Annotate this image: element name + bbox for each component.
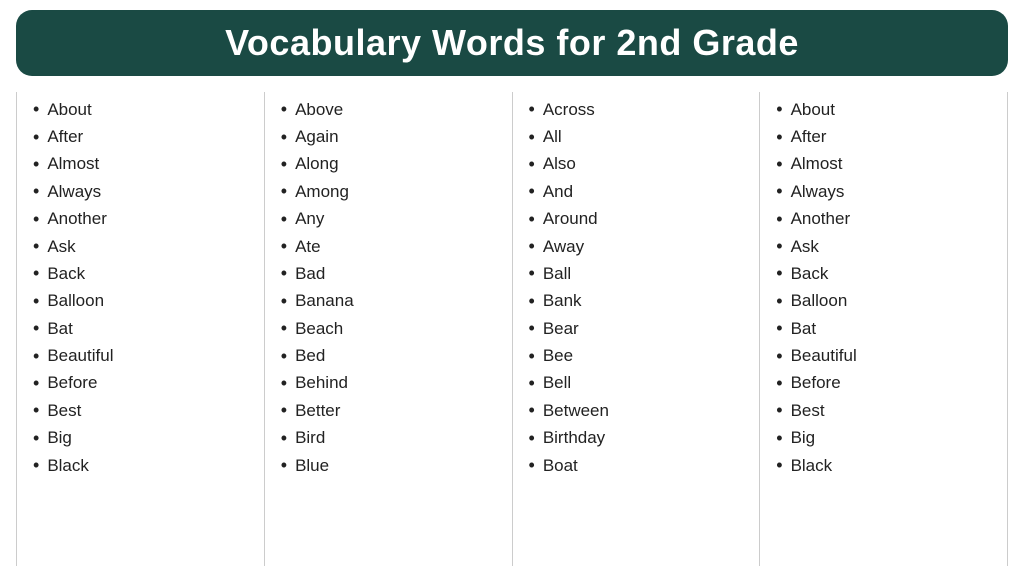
- list-item: Also: [529, 151, 750, 178]
- list-item: About: [33, 96, 254, 123]
- column-3: AcrossAllAlsoAndAroundAwayBallBankBearBe…: [513, 92, 761, 566]
- list-item: Best: [33, 397, 254, 424]
- header: Vocabulary Words for 2nd Grade: [16, 10, 1008, 76]
- list-item: Bell: [529, 370, 750, 397]
- list-item: Back: [776, 260, 997, 287]
- list-item: Balloon: [33, 288, 254, 315]
- list-item: Before: [33, 370, 254, 397]
- list-item: Balloon: [776, 288, 997, 315]
- list-item: Behind: [281, 370, 502, 397]
- list-item: Around: [529, 206, 750, 233]
- list-item: Bat: [33, 315, 254, 342]
- list-item: Bear: [529, 315, 750, 342]
- list-item: Blue: [281, 452, 502, 479]
- list-item: Bee: [529, 342, 750, 369]
- list-item: Another: [33, 206, 254, 233]
- page: Vocabulary Words for 2nd Grade AboutAfte…: [0, 0, 1024, 576]
- list-item: Birthday: [529, 425, 750, 452]
- list-item: Ask: [776, 233, 997, 260]
- columns-container: AboutAfterAlmostAlwaysAnotherAskBackBall…: [16, 92, 1008, 566]
- word-list-2: AboveAgainAlongAmongAnyAteBadBananaBeach…: [281, 96, 502, 479]
- list-item: About: [776, 96, 997, 123]
- list-item: Across: [529, 96, 750, 123]
- list-item: Bird: [281, 425, 502, 452]
- page-title: Vocabulary Words for 2nd Grade: [36, 22, 988, 64]
- list-item: All: [529, 123, 750, 150]
- list-item: Before: [776, 370, 997, 397]
- column-4: AboutAfterAlmostAlwaysAnotherAskBackBall…: [760, 92, 1008, 566]
- list-item: After: [776, 123, 997, 150]
- list-item: Boat: [529, 452, 750, 479]
- list-item: Almost: [33, 151, 254, 178]
- list-item: Always: [33, 178, 254, 205]
- list-item: Ate: [281, 233, 502, 260]
- list-item: Almost: [776, 151, 997, 178]
- list-item: And: [529, 178, 750, 205]
- list-item: After: [33, 123, 254, 150]
- list-item: Always: [776, 178, 997, 205]
- list-item: Any: [281, 206, 502, 233]
- list-item: Another: [776, 206, 997, 233]
- list-item: Best: [776, 397, 997, 424]
- list-item: Ball: [529, 260, 750, 287]
- list-item: Beautiful: [776, 342, 997, 369]
- list-item: Away: [529, 233, 750, 260]
- list-item: Bat: [776, 315, 997, 342]
- list-item: Among: [281, 178, 502, 205]
- list-item: Back: [33, 260, 254, 287]
- list-item: Black: [776, 452, 997, 479]
- list-item: Ask: [33, 233, 254, 260]
- list-item: Along: [281, 151, 502, 178]
- word-list-3: AcrossAllAlsoAndAroundAwayBallBankBearBe…: [529, 96, 750, 479]
- list-item: Big: [776, 425, 997, 452]
- list-item: Above: [281, 96, 502, 123]
- list-item: Better: [281, 397, 502, 424]
- word-list-4: AboutAfterAlmostAlwaysAnotherAskBackBall…: [776, 96, 997, 479]
- list-item: Black: [33, 452, 254, 479]
- list-item: Again: [281, 123, 502, 150]
- list-item: Between: [529, 397, 750, 424]
- word-list-1: AboutAfterAlmostAlwaysAnotherAskBackBall…: [33, 96, 254, 479]
- list-item: Banana: [281, 288, 502, 315]
- list-item: Bed: [281, 342, 502, 369]
- list-item: Beach: [281, 315, 502, 342]
- list-item: Beautiful: [33, 342, 254, 369]
- list-item: Bank: [529, 288, 750, 315]
- list-item: Big: [33, 425, 254, 452]
- column-1: AboutAfterAlmostAlwaysAnotherAskBackBall…: [17, 92, 265, 566]
- column-2: AboveAgainAlongAmongAnyAteBadBananaBeach…: [265, 92, 513, 566]
- list-item: Bad: [281, 260, 502, 287]
